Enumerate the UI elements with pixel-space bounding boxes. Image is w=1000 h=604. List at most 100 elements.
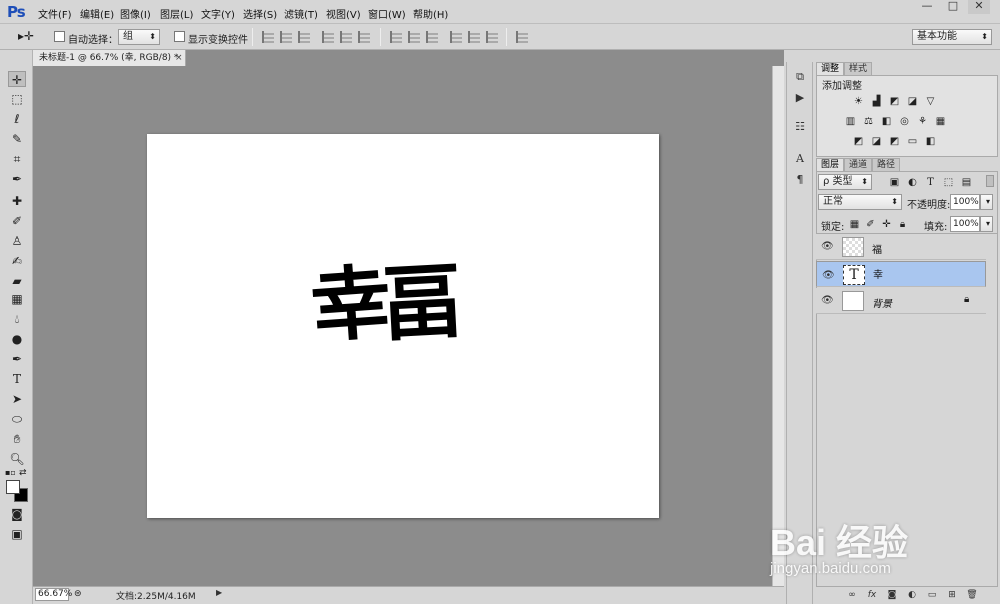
threshold-icon[interactable]: ◩ (888, 136, 901, 147)
align-left-icon[interactable] (322, 31, 334, 43)
align-top-icon[interactable] (262, 31, 274, 43)
quick-mask-icon[interactable]: ◙ (8, 506, 26, 522)
align-right-icon[interactable] (358, 31, 370, 43)
menu-type[interactable]: 文字(Y) (201, 6, 235, 21)
tab-styles[interactable]: 样式 (844, 62, 873, 75)
menu-edit[interactable]: 编辑(E) (80, 6, 114, 21)
filter-shape-icon[interactable]: ⬚ (942, 177, 955, 188)
move-tool-preset-icon[interactable]: ▸✛ (18, 29, 34, 43)
tab-layers[interactable]: 图层 (816, 158, 845, 171)
hue-saturation-icon[interactable]: ▥ (844, 116, 857, 127)
tab-channels[interactable]: 通道 (844, 158, 873, 171)
gradient-tool-icon[interactable]: ▦ (8, 291, 26, 307)
filter-pixel-icon[interactable]: ▣ (888, 177, 901, 188)
eyedropper-tool-icon[interactable]: ✒ (8, 171, 26, 187)
distribute-vcenter-icon[interactable] (408, 31, 420, 43)
eraser-tool-icon[interactable]: ▰ (8, 273, 26, 289)
layer-row-fu[interactable]: 👁︎ 福 (816, 234, 986, 260)
vibrance-icon[interactable]: ▽ (924, 96, 937, 107)
close-tab-icon[interactable]: × (175, 50, 185, 66)
tab-paths[interactable]: 路径 (872, 158, 901, 171)
character-panel-icon[interactable]: A (793, 152, 807, 166)
auto-select-dropdown[interactable]: 组 ⬍ (118, 29, 160, 45)
layer-style-icon[interactable]: fx (866, 590, 878, 601)
color-balance-icon[interactable]: ⚖ (862, 116, 875, 127)
move-tool-icon[interactable]: ✛ (8, 71, 26, 87)
filter-type-icon[interactable]: T (924, 177, 937, 188)
foreground-color-swatch[interactable] (6, 480, 20, 494)
new-group-icon[interactable]: ▭ (926, 590, 938, 601)
brightness-icon[interactable]: ☀ (852, 96, 865, 107)
filter-adjustment-icon[interactable]: ◐ (906, 177, 919, 188)
channel-mixer-icon[interactable]: ⚘ (916, 116, 929, 127)
maximize-button[interactable]: □ (942, 0, 964, 14)
default-colors-icon[interactable]: ▪▫ (5, 468, 16, 477)
menu-select[interactable]: 选择(S) (243, 6, 277, 21)
color-lookup-icon[interactable]: ▦ (934, 116, 947, 127)
menu-help[interactable]: 帮助(H) (413, 6, 448, 21)
history-panel-icon[interactable]: ⧉ (793, 70, 807, 84)
lock-pixels-icon[interactable]: ✐ (864, 219, 877, 230)
minimize-button[interactable]: — (916, 0, 938, 14)
levels-icon[interactable]: ▟ (870, 96, 883, 107)
new-adjustment-icon[interactable]: ◐ (906, 590, 918, 601)
ellipse-tool-icon[interactable]: ⬭ (8, 411, 26, 427)
invert-icon[interactable]: ◩ (852, 136, 865, 147)
zoom-field[interactable]: 66.67% (35, 588, 72, 601)
posterize-icon[interactable]: ◪ (870, 136, 883, 147)
canvas[interactable]: 幸 畐 (147, 134, 659, 518)
align-hcenter-icon[interactable] (340, 31, 352, 43)
visibility-eye-icon[interactable]: 👁︎ (822, 269, 835, 283)
document-tab[interactable]: 未标题-1 @ 66.7% (幸, RGB/8) * (33, 50, 186, 66)
quick-select-tool-icon[interactable]: ✎ (8, 131, 26, 147)
status-info-icon[interactable]: ⊜ (74, 589, 82, 599)
selective-color-icon[interactable]: ◧ (924, 136, 937, 147)
exposure-icon[interactable]: ◪ (906, 96, 919, 107)
delete-layer-icon[interactable]: 🗑︎ (966, 590, 978, 601)
menu-image[interactable]: 图像(I) (120, 6, 151, 21)
curves-icon[interactable]: ◩ (888, 96, 901, 107)
distribute-bottom-icon[interactable] (426, 31, 438, 43)
path-selection-tool-icon[interactable]: ➤ (8, 391, 26, 407)
hand-tool-icon[interactable]: ✋︎ (8, 431, 26, 447)
status-menu-arrow-icon[interactable]: ▶ (216, 588, 226, 600)
swap-colors-icon[interactable]: ⇄ (19, 468, 27, 478)
visibility-eye-icon[interactable]: 👁︎ (821, 241, 834, 252)
healing-brush-tool-icon[interactable]: ✚ (8, 193, 26, 209)
show-transform-checkbox[interactable] (174, 31, 185, 42)
screen-mode-icon[interactable]: ▣ (8, 526, 26, 542)
type-tool-icon[interactable]: T (8, 371, 26, 387)
lock-position-icon[interactable]: ✛ (880, 219, 893, 230)
paragraph-panel-icon[interactable]: ¶ (793, 173, 807, 187)
filter-toggle[interactable] (986, 175, 994, 187)
auto-select-checkbox[interactable] (54, 31, 65, 42)
layer-row-xing[interactable]: 👁︎ T 幸 (816, 261, 986, 287)
visibility-eye-icon[interactable]: 👁︎ (821, 295, 834, 306)
brush-tool-icon[interactable]: ✐ (8, 213, 26, 229)
distribute-hcenter-icon[interactable] (468, 31, 480, 43)
lasso-tool-icon[interactable]: ℓ (8, 111, 26, 127)
align-vcenter-icon[interactable] (280, 31, 292, 43)
photo-filter-icon[interactable]: ◎ (898, 116, 911, 127)
distribute-left-icon[interactable] (450, 31, 462, 43)
close-window-button[interactable]: ✕ (968, 0, 990, 14)
crop-tool-icon[interactable]: ⌗ (8, 151, 26, 167)
properties-panel-icon[interactable]: ☷ (793, 120, 807, 134)
opacity-stepper[interactable]: ▾ (980, 194, 993, 210)
marquee-tool-icon[interactable]: ⬚ (8, 91, 26, 107)
auto-align-icon[interactable] (516, 31, 528, 43)
link-layers-icon[interactable]: ∞ (846, 590, 858, 601)
gradient-map-icon[interactable]: ▭ (906, 136, 919, 147)
filter-smart-object-icon[interactable]: ▤ (960, 177, 973, 188)
fill-stepper[interactable]: ▾ (980, 216, 993, 232)
layer-kind-filter[interactable]: ρ 类型 ⬍ (818, 174, 872, 190)
add-mask-icon[interactable]: ◙ (886, 590, 898, 601)
new-layer-icon[interactable]: ⊞ (946, 590, 958, 601)
actions-panel-icon[interactable]: ▶ (793, 91, 807, 105)
menu-file[interactable]: 文件(F) (38, 6, 72, 21)
tab-adjustments[interactable]: 调整 (816, 62, 845, 75)
blur-tool-icon[interactable]: 💧︎ (8, 311, 26, 327)
menu-view[interactable]: 视图(V) (326, 6, 361, 21)
pen-tool-icon[interactable]: ✒ (8, 351, 26, 367)
menu-layer[interactable]: 图层(L) (160, 6, 193, 21)
